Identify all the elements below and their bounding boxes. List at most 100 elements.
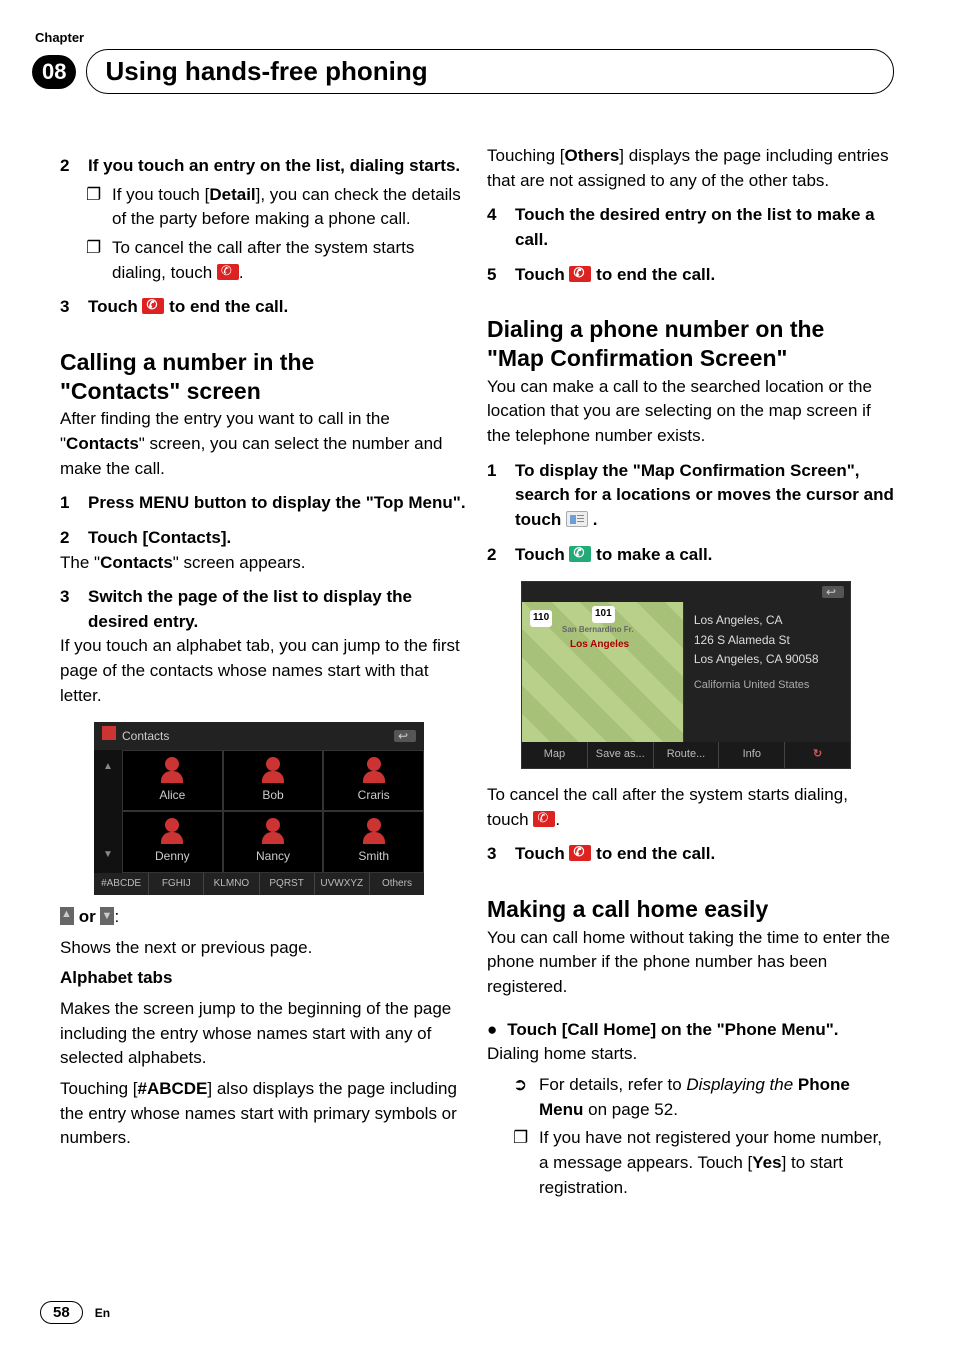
chapter-label: Chapter xyxy=(35,30,894,45)
step-text: Touch to end the call. xyxy=(515,842,894,867)
alphabet-tab: KLMNO xyxy=(203,873,258,896)
contacts-step-2: 2 Touch [Contacts]. xyxy=(60,526,467,551)
contact-cell: Craris xyxy=(323,750,424,811)
route-shield: 101 xyxy=(592,606,615,623)
step-number: 1 xyxy=(60,491,74,516)
contacts-step-1: 1 Press MENU button to display the "Top … xyxy=(60,491,467,516)
step-aftertext: The "Contacts" screen appears. xyxy=(60,551,467,576)
home-bullet-register: If you have not registered your home num… xyxy=(513,1126,894,1200)
alphabet-tab: Others xyxy=(369,873,424,896)
home-after: Dialing home starts. xyxy=(487,1042,894,1067)
nav-arrows-line: or : xyxy=(60,905,467,930)
contact-cell: Smith xyxy=(323,811,424,872)
route-shield: 110 xyxy=(530,610,552,627)
step-4: 4 Touch the desired entry on the list to… xyxy=(487,203,894,252)
scroll-up-icon: ▲ xyxy=(103,760,113,775)
end-call-icon xyxy=(217,264,239,280)
step-number: 3 xyxy=(60,295,74,320)
mapshot-header xyxy=(522,582,850,602)
shot-tabs: #ABCDE FGHIJ KLMNO PQRST UVWXYZ Others xyxy=(94,873,424,896)
map-btn: Map xyxy=(522,742,587,768)
back-icon xyxy=(394,730,416,742)
step-text: Touch to end the call. xyxy=(88,295,467,320)
silhouette-icon xyxy=(159,757,185,783)
language-label: En xyxy=(95,1306,110,1320)
page-footer: 58 En xyxy=(40,1301,110,1324)
page-down-icon xyxy=(100,907,114,925)
map-btn: Info xyxy=(718,742,784,768)
alphabet-tab: #ABCDE xyxy=(94,873,148,896)
nav-desc: Shows the next or previous page. xyxy=(60,936,467,961)
shot-grid: Alice Bob Craris Denny Nancy Smith xyxy=(122,750,424,873)
info-line: Los Angeles, CA xyxy=(694,612,840,629)
step-number: 3 xyxy=(487,842,501,867)
shot-scroll: ▲ ▼ xyxy=(94,750,122,873)
sub-bullet-detail: If you touch [Detail], you can check the… xyxy=(86,183,467,232)
shot-title: Contacts xyxy=(122,729,169,743)
contact-cell: Denny xyxy=(122,811,223,872)
paragraph: After finding the entry you want to call… xyxy=(60,407,467,481)
square-bullet-icon xyxy=(513,1126,529,1200)
contact-cell: Alice xyxy=(122,750,223,811)
step-text: Touch to end the call. xyxy=(515,263,894,288)
map-intro: You can make a call to the searched loca… xyxy=(487,375,894,449)
bullet-text: To cancel the call after the system star… xyxy=(112,236,467,285)
page-up-icon xyxy=(60,907,74,925)
abcde-note: Touching [#ABCDE] also displays the page… xyxy=(60,1077,467,1151)
step-text: Switch the page of the list to display t… xyxy=(88,585,467,634)
alphabet-tabs-desc: Makes the screen jump to the beginning o… xyxy=(60,997,467,1071)
left-column: 2 If you touch an entry on the list, dia… xyxy=(60,144,467,1204)
square-bullet-icon xyxy=(86,183,102,232)
step-number: 2 xyxy=(60,526,74,551)
alphabet-tabs-heading: Alphabet tabs xyxy=(60,966,467,991)
home-step: Touch [Call Home] on the "Phone Menu". xyxy=(487,1018,894,1043)
bullet-text: If you touch [Detail], you can check the… xyxy=(112,183,467,232)
map-step-2: 2 Touch to make a call. xyxy=(487,543,894,568)
info-area: Los Angeles, CA 126 S Alameda St Los Ang… xyxy=(684,602,850,742)
step-aftertext: If you touch an alphabet tab, you can ju… xyxy=(60,634,467,708)
silhouette-icon xyxy=(361,818,387,844)
step-number: 5 xyxy=(487,263,501,288)
right-column: Touching [Others] displays the page incl… xyxy=(487,144,894,1204)
refresh-icon: ↻ xyxy=(784,742,850,768)
alphabet-tab: FGHIJ xyxy=(148,873,203,896)
mapshot-buttons: Map Save as... Route... Info ↻ xyxy=(522,742,850,768)
chapter-number-badge: 08 xyxy=(32,55,76,89)
silhouette-icon xyxy=(361,757,387,783)
step-text: Touch to make a call. xyxy=(515,543,894,568)
step-3: 3 Touch to end the call. xyxy=(60,295,467,320)
square-bullet-icon xyxy=(86,236,102,285)
sub-bullet-cancel: To cancel the call after the system star… xyxy=(86,236,467,285)
heading-dialing-map: Dialing a phone number on the "Map Confi… xyxy=(487,315,894,373)
chapter-title: Using hands-free phoning xyxy=(86,49,894,94)
step-2: 2 If you touch an entry on the list, dia… xyxy=(60,154,467,179)
shot-header: Contacts xyxy=(94,722,424,749)
contacts-screenshot: Contacts ▲ ▼ Alice Bob Craris Denny Nanc… xyxy=(94,722,424,895)
scroll-down-icon: ▼ xyxy=(103,848,113,863)
info-line: 126 S Alameda St xyxy=(694,632,840,649)
info-subline: California United States xyxy=(694,678,840,694)
map-step-1: 1 To display the "Map Confirmation Scree… xyxy=(487,459,894,533)
hood-label: San Bernardino Fr. xyxy=(562,624,634,636)
person-icon xyxy=(102,726,116,740)
step-text: To display the "Map Confirmation Screen"… xyxy=(515,459,894,533)
step-number: 2 xyxy=(60,154,74,179)
bullet-dot-icon xyxy=(487,1018,497,1043)
alphabet-tab: UVWXYZ xyxy=(314,873,369,896)
home-bullet-details: For details, refer to Displaying the Pho… xyxy=(513,1073,894,1122)
map-step-3: 3 Touch to end the call. xyxy=(487,842,894,867)
silhouette-icon xyxy=(260,818,286,844)
heading-calling-contacts: Calling a number in the "Contacts" scree… xyxy=(60,348,467,406)
map-btn: Route... xyxy=(653,742,719,768)
cancel-note: To cancel the call after the system star… xyxy=(487,783,894,832)
step-number: 3 xyxy=(60,585,74,634)
step-text: Touch the desired entry on the list to m… xyxy=(515,203,894,252)
end-call-icon xyxy=(142,298,164,314)
step-text: Touch [Call Home] on the "Phone Menu". xyxy=(507,1018,838,1043)
step-5: 5 Touch to end the call. xyxy=(487,263,894,288)
bullet-text: If you have not registered your home num… xyxy=(539,1126,894,1200)
map-area: 110 101 Los Angeles San Bernardino Fr. xyxy=(522,602,684,742)
end-call-icon xyxy=(533,811,555,827)
end-call-icon xyxy=(569,845,591,861)
heading-call-home: Making a call home easily xyxy=(487,895,894,924)
